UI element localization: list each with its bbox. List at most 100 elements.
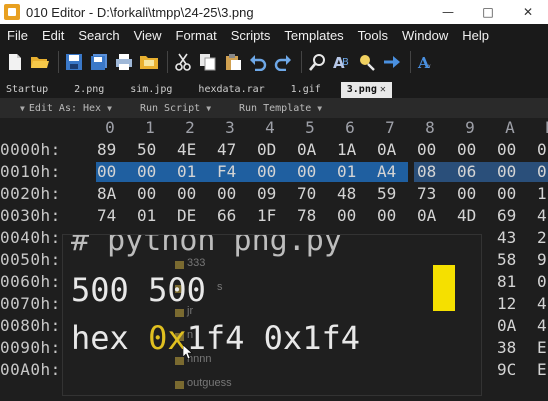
hex-byte[interactable]: 43 <box>497 228 527 247</box>
tab-startup[interactable]: Startup <box>0 82 54 98</box>
hex-byte[interactable]: 00 <box>417 140 447 159</box>
hex-byte[interactable]: 00 <box>177 184 207 203</box>
menu-search[interactable]: Search <box>71 28 126 43</box>
minimize-button[interactable]: — <box>428 0 468 24</box>
close-icon[interactable]: ✕ <box>380 84 386 95</box>
menu-view[interactable]: View <box>127 28 169 43</box>
hex-byte[interactable]: 0 <box>537 140 548 159</box>
print-icon[interactable] <box>113 51 135 73</box>
hex-byte[interactable]: 73 <box>417 184 447 203</box>
hex-byte[interactable]: 00 <box>497 140 527 159</box>
hex-byte[interactable]: 89 <box>97 140 127 159</box>
goto-icon[interactable] <box>381 51 403 73</box>
hex-byte[interactable]: 48 <box>337 184 367 203</box>
hex-byte[interactable]: 81 <box>497 272 527 291</box>
hex-byte[interactable]: 4 <box>537 206 548 225</box>
hex-byte[interactable]: 50 <box>137 140 167 159</box>
hex-byte[interactable]: 00 <box>497 162 527 181</box>
hex-byte[interactable]: 4E <box>177 140 207 159</box>
hex-byte[interactable]: 66 <box>217 206 247 225</box>
hex-byte[interactable]: 0 <box>537 272 548 291</box>
hex-byte[interactable]: 01 <box>137 206 167 225</box>
maximize-button[interactable]: □ <box>468 0 508 24</box>
menu-window[interactable]: Window <box>395 28 455 43</box>
hex-byte[interactable]: 01 <box>337 162 367 181</box>
tab-3-png[interactable]: 3.png ✕ <box>340 82 392 98</box>
menu-format[interactable]: Format <box>169 28 224 43</box>
find-next-icon[interactable] <box>356 51 378 73</box>
hex-byte[interactable]: 2 <box>537 228 548 247</box>
hex-byte[interactable]: 1A <box>337 140 367 159</box>
undo-icon[interactable] <box>247 51 269 73</box>
menu-edit[interactable]: Edit <box>35 28 71 43</box>
hex-byte[interactable]: 00 <box>137 162 167 181</box>
hex-byte[interactable]: 0A <box>417 206 447 225</box>
hex-byte[interactable]: 09 <box>257 184 287 203</box>
menu-tools[interactable]: Tools <box>351 28 395 43</box>
tab-sim-jpg[interactable]: sim.jpg <box>124 82 178 98</box>
save-icon[interactable] <box>63 51 85 73</box>
table-row[interactable]: 0020h: 8A 00 00 00 09 70 48 59 73 00 00 1 <box>0 184 548 206</box>
hex-byte[interactable]: 69 <box>497 206 527 225</box>
table-row[interactable]: 0000h: 89 50 4E 47 0D 0A 1A 0A 00 00 00 0 <box>0 140 548 162</box>
hex-byte[interactable]: 00 <box>377 206 407 225</box>
hex-byte[interactable]: 00 <box>457 140 487 159</box>
hex-byte[interactable]: 4 <box>537 294 548 313</box>
hex-byte[interactable]: 1 <box>537 184 548 203</box>
hex-byte[interactable]: 38 <box>497 338 527 357</box>
hex-byte[interactable]: 0 <box>537 162 548 181</box>
hex-byte[interactable]: 00 <box>337 206 367 225</box>
hex-byte[interactable]: 47 <box>217 140 247 159</box>
table-row[interactable]: 0030h: 74 01 DE 66 1F 78 00 00 0A 4D 69 4 <box>0 206 548 228</box>
hex-byte[interactable]: 00 <box>457 184 487 203</box>
hex-byte[interactable]: 4 <box>537 316 548 335</box>
hex-byte[interactable]: 00 <box>497 184 527 203</box>
hex-byte[interactable]: A4 <box>377 162 407 181</box>
folder-icon[interactable] <box>138 51 160 73</box>
edit-as-dropdown[interactable]: ▼ Edit As: Hex ▼ <box>20 103 116 114</box>
hex-byte[interactable]: E <box>537 360 548 379</box>
hex-view[interactable]: 0123456789AB 0000h:89504E470D0A1A0A00000… <box>0 118 548 401</box>
replace-icon[interactable]: AB <box>331 51 353 73</box>
menu-help[interactable]: Help <box>455 28 496 43</box>
hex-byte[interactable]: 08 <box>417 162 447 181</box>
hex-byte[interactable]: 00 <box>97 162 127 181</box>
hex-byte[interactable]: 70 <box>297 184 327 203</box>
hex-byte[interactable]: 0A <box>497 316 527 335</box>
hex-byte[interactable]: 0A <box>297 140 327 159</box>
open-folder-icon[interactable] <box>29 51 51 73</box>
font-icon[interactable]: Aʸ <box>415 51 437 73</box>
tab-hexdata-rar[interactable]: hexdata.rar <box>192 82 270 98</box>
hex-byte[interactable]: 9C <box>497 360 527 379</box>
save-all-icon[interactable] <box>88 51 110 73</box>
hex-byte[interactable]: E <box>537 338 548 357</box>
table-row[interactable]: 0010h: 00 00 01 F4 00 00 01 A4 08 06 00 0 <box>0 162 548 184</box>
menu-templates[interactable]: Templates <box>277 28 350 43</box>
hex-byte[interactable]: 01 <box>177 162 207 181</box>
hex-byte[interactable]: 0D <box>257 140 287 159</box>
menu-file[interactable]: File <box>0 28 35 43</box>
hex-byte[interactable]: 4D <box>457 206 487 225</box>
close-button[interactable]: ✕ <box>508 0 548 24</box>
hex-byte[interactable]: 00 <box>137 184 167 203</box>
redo-icon[interactable] <box>272 51 294 73</box>
hex-byte[interactable]: F4 <box>217 162 247 181</box>
hex-byte[interactable]: 00 <box>297 162 327 181</box>
hex-byte[interactable]: 59 <box>377 184 407 203</box>
hex-byte[interactable]: 9 <box>537 250 548 269</box>
copy-icon[interactable] <box>197 51 219 73</box>
hex-byte[interactable]: 78 <box>297 206 327 225</box>
hex-byte[interactable]: 12 <box>497 294 527 313</box>
menu-scripts[interactable]: Scripts <box>224 28 278 43</box>
run-script-button[interactable]: Run Script ▼ <box>140 103 215 114</box>
run-template-button[interactable]: Run Template ▼ <box>239 103 326 114</box>
new-file-icon[interactable] <box>4 51 26 73</box>
hex-byte[interactable]: 0A <box>377 140 407 159</box>
find-icon[interactable] <box>306 51 328 73</box>
hex-byte[interactable]: 74 <box>97 206 127 225</box>
tab-2-png[interactable]: 2.png <box>68 82 110 98</box>
hex-byte[interactable]: 06 <box>457 162 487 181</box>
hex-byte[interactable]: 8A <box>97 184 127 203</box>
hex-byte[interactable]: 1F <box>257 206 287 225</box>
hex-byte[interactable]: 58 <box>497 250 527 269</box>
